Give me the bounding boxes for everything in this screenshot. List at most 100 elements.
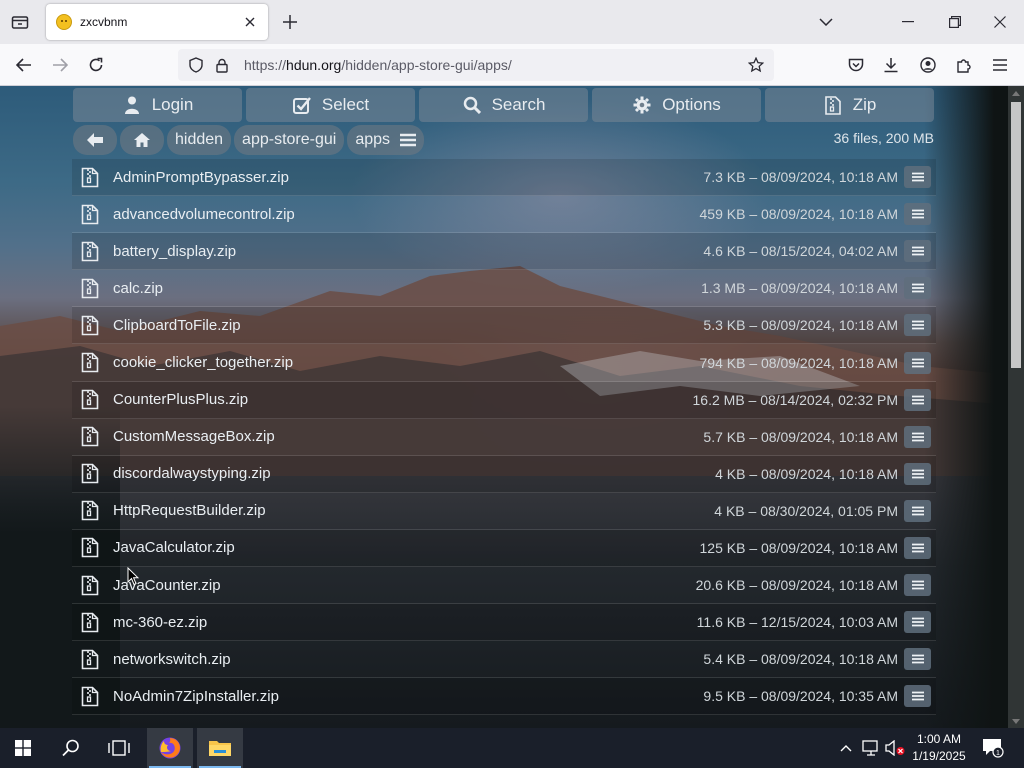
extensions-puzzle-icon[interactable]: [951, 52, 977, 78]
breadcrumb-item-app-store-gui[interactable]: app-store-gui: [234, 125, 345, 155]
file-menu-button[interactable]: [904, 611, 931, 634]
url-host: hdun.org: [286, 57, 342, 73]
chevron-down-icon[interactable]: [814, 10, 838, 34]
file-name[interactable]: cookie_clicker_together.zip: [113, 354, 700, 371]
firefox-taskbar-icon[interactable]: [147, 728, 193, 768]
file-menu-button[interactable]: [904, 240, 931, 263]
file-row[interactable]: JavaCounter.zip 20.6 KB – 08/09/2024, 10:…: [72, 567, 936, 605]
minimize-window-icon[interactable]: [896, 10, 920, 34]
file-name[interactable]: JavaCounter.zip: [113, 577, 696, 594]
bookmark-star-icon[interactable]: [744, 53, 768, 77]
windows-taskbar: 1:00 AM 1/19/2025 1: [0, 728, 1024, 768]
file-row[interactable]: AdminPromptBypasser.zip 7.3 KB – 08/09/20…: [72, 159, 936, 197]
notification-center-icon[interactable]: 1: [980, 728, 1006, 768]
zip-file-icon: [79, 277, 101, 299]
hamburger-menu-icon: [911, 320, 924, 330]
notification-count: 1: [996, 750, 1000, 757]
file-name[interactable]: battery_display.zip: [113, 243, 703, 260]
file-row[interactable]: advancedvolumecontrol.zip 459 KB – 08/09/…: [72, 196, 936, 234]
file-name[interactable]: CounterPlusPlus.zip: [113, 391, 693, 408]
file-menu-button[interactable]: [904, 314, 931, 337]
forward-arrow-icon[interactable]: [47, 52, 73, 78]
chevron-up-icon[interactable]: [836, 728, 856, 768]
file-row[interactable]: ClipboardToFile.zip 5.3 KB – 08/09/2024, …: [72, 307, 936, 345]
file-menu-button[interactable]: [904, 536, 931, 559]
volume-muted-icon[interactable]: [884, 728, 906, 768]
file-row[interactable]: HttpRequestBuilder.zip 4 KB – 08/30/2024,…: [72, 493, 936, 530]
file-menu-button[interactable]: [904, 425, 931, 448]
file-name[interactable]: JavaCalculator.zip: [113, 539, 700, 556]
account-icon[interactable]: [915, 52, 941, 78]
file-menu-button[interactable]: [904, 388, 931, 411]
breadcrumb-item-apps[interactable]: apps: [347, 125, 425, 155]
downloads-icon[interactable]: [878, 52, 904, 78]
file-explorer-taskbar-icon[interactable]: [197, 728, 243, 768]
scrollbar-thumb[interactable]: [1011, 102, 1021, 368]
zip-button[interactable]: Zip: [765, 88, 934, 122]
new-tab-plus-icon[interactable]: [280, 12, 300, 32]
back-arrow-icon[interactable]: [73, 125, 117, 155]
file-row[interactable]: discordalwaystyping.zip 4 KB – 08/09/2024…: [72, 455, 936, 493]
file-menu-button[interactable]: [904, 277, 931, 300]
back-arrow-icon[interactable]: [11, 52, 37, 78]
breadcrumb-item-hidden[interactable]: hidden: [167, 125, 232, 155]
file-name[interactable]: AdminPromptBypasser.zip: [113, 169, 703, 186]
system-clock[interactable]: 1:00 AM 1/19/2025: [908, 731, 970, 765]
file-name[interactable]: HttpRequestBuilder.zip: [113, 502, 714, 519]
file-menu-button[interactable]: [904, 685, 931, 708]
file-menu-button[interactable]: [904, 648, 931, 671]
close-tab-icon[interactable]: [242, 14, 258, 30]
active-tab[interactable]: zxcvbnm: [46, 4, 268, 40]
file-name[interactable]: advancedvolumecontrol.zip: [113, 206, 700, 223]
file-menu-button[interactable]: [904, 351, 931, 374]
file-meta: 5.4 KB – 08/09/2024, 10:18 AM: [703, 651, 898, 668]
close-window-icon[interactable]: [988, 10, 1012, 34]
url-text[interactable]: https://hdun.org/hidden/app-store-gui/ap…: [244, 57, 744, 73]
file-name[interactable]: mc-360-ez.zip: [113, 614, 697, 631]
file-row[interactable]: mc-360-ez.zip 11.6 KB – 12/15/2024, 10:03…: [72, 604, 936, 642]
zip-file-icon: [79, 389, 101, 411]
file-row[interactable]: battery_display.zip 4.6 KB – 08/15/2024, …: [72, 233, 936, 271]
file-row[interactable]: JavaCalculator.zip 125 KB – 08/09/2024, 1…: [72, 529, 936, 568]
address-bar[interactable]: https://hdun.org/hidden/app-store-gui/ap…: [178, 49, 774, 81]
search-button[interactable]: Search: [419, 88, 588, 122]
file-row[interactable]: calc.zip 1.3 MB – 08/09/2024, 10:18 AM: [72, 270, 936, 308]
file-menu-button[interactable]: [904, 499, 931, 522]
select-button[interactable]: Select: [246, 88, 415, 122]
pocket-icon[interactable]: [843, 52, 869, 78]
tab-overview-icon[interactable]: [6, 8, 34, 36]
file-row[interactable]: cookie_clicker_together.zip 794 KB – 08/0…: [72, 344, 936, 382]
file-name[interactable]: calc.zip: [113, 280, 701, 297]
network-icon[interactable]: [860, 728, 882, 768]
hamburger-menu-icon[interactable]: [400, 133, 417, 147]
file-name[interactable]: discordalwaystyping.zip: [113, 465, 715, 482]
file-name[interactable]: CustomMessageBox.zip: [113, 428, 703, 445]
file-name[interactable]: networkswitch.zip: [113, 651, 703, 668]
app-menu-hamburger-icon[interactable]: [987, 52, 1013, 78]
taskbar-search-icon[interactable]: [48, 728, 94, 768]
file-name[interactable]: ClipboardToFile.zip: [113, 317, 703, 334]
file-name[interactable]: NoAdmin7ZipInstaller.zip: [113, 688, 703, 705]
file-menu-button[interactable]: [904, 203, 931, 226]
file-row[interactable]: CustomMessageBox.zip 5.7 KB – 08/09/2024,…: [72, 419, 936, 456]
scroll-down-arrow-icon[interactable]: [1010, 716, 1022, 726]
options-button[interactable]: Options: [592, 88, 761, 122]
zip-file-icon: [79, 463, 101, 485]
restore-window-icon[interactable]: [943, 10, 967, 34]
file-menu-button[interactable]: [904, 166, 931, 189]
file-row[interactable]: networkswitch.zip 5.4 KB – 08/09/2024, 10…: [72, 641, 936, 679]
tracking-shield-icon[interactable]: [186, 55, 206, 75]
file-row[interactable]: NoAdmin7ZipInstaller.zip 9.5 KB – 08/09/2…: [72, 678, 936, 716]
scroll-up-arrow-icon[interactable]: [1010, 88, 1022, 98]
page-scrollbar[interactable]: [1008, 86, 1024, 728]
task-view-icon[interactable]: [96, 728, 142, 768]
windows-start-icon[interactable]: [0, 728, 46, 768]
file-row[interactable]: CounterPlusPlus.zip 16.2 MB – 08/14/2024,…: [72, 381, 936, 419]
zip-file-icon: [79, 648, 101, 670]
lock-icon[interactable]: [212, 55, 232, 75]
file-menu-button[interactable]: [904, 462, 931, 485]
login-button[interactable]: Login: [73, 88, 242, 122]
reload-icon[interactable]: [83, 52, 109, 78]
home-icon[interactable]: [120, 125, 164, 155]
file-menu-button[interactable]: [904, 574, 931, 597]
